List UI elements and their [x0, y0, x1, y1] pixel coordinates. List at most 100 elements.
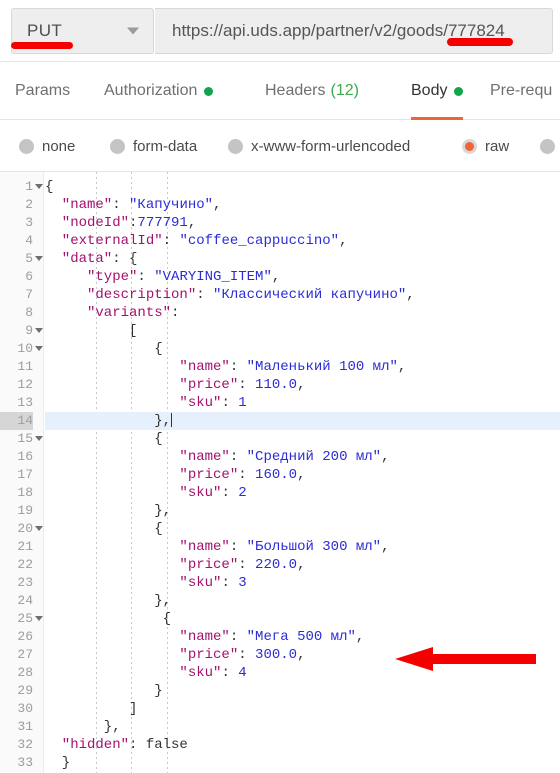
- code-line[interactable]: 19 },: [0, 502, 560, 520]
- body-status-dot-icon: [454, 86, 464, 96]
- line-content: "name": "Капучино",: [45, 197, 222, 213]
- line-number: 7: [25, 287, 33, 302]
- body-type-radio-group: none form-data x-www-form-urlencoded raw: [0, 120, 560, 172]
- http-method-label: PUT: [27, 21, 63, 40]
- code-line[interactable]: 17 "price": 160.0,: [0, 466, 560, 484]
- fold-caret-icon[interactable]: [35, 526, 43, 531]
- code-line[interactable]: 9 [: [0, 322, 560, 340]
- code-line[interactable]: 3 "nodeId":777791,: [0, 214, 560, 232]
- code-line[interactable]: 22 "price": 220.0,: [0, 556, 560, 574]
- line-number: 9: [25, 323, 33, 338]
- tab-pre-request-script[interactable]: Pre-requ: [490, 62, 552, 120]
- fold-caret-icon[interactable]: [35, 346, 43, 351]
- annotation-underline-goods-id: [447, 38, 513, 46]
- line-number: 24: [17, 593, 33, 608]
- code-line[interactable]: 18 "sku": 2: [0, 484, 560, 502]
- code-line[interactable]: 31 },: [0, 718, 560, 736]
- chevron-down-icon: [127, 27, 139, 35]
- line-number: 19: [17, 503, 33, 518]
- code-line[interactable]: 11 "name": "Маленький 100 мл",: [0, 358, 560, 376]
- code-line[interactable]: 13 "sku": 1: [0, 394, 560, 412]
- line-content: "type": "VARYING_ITEM",: [45, 269, 281, 285]
- request-url-input[interactable]: https://api.uds.app/partner/v2/goods/777…: [155, 8, 553, 54]
- code-line[interactable]: 8 "variants":: [0, 304, 560, 322]
- code-line[interactable]: 10 {: [0, 340, 560, 358]
- code-line[interactable]: 23 "sku": 3: [0, 574, 560, 592]
- line-number: 15: [17, 431, 33, 446]
- line-number: 1: [25, 179, 33, 194]
- line-number: 18: [17, 485, 33, 500]
- code-line[interactable]: 16 "name": "Средний 200 мл",: [0, 448, 560, 466]
- code-line[interactable]: 26 "name": "Мега 500 мл",: [0, 628, 560, 646]
- line-number: 30: [17, 701, 33, 716]
- line-content: [: [45, 323, 138, 339]
- code-line[interactable]: 1{: [0, 178, 560, 196]
- code-line[interactable]: 21 "name": "Большой 300 мл",: [0, 538, 560, 556]
- line-number: 4: [25, 233, 33, 248]
- code-line[interactable]: 2 "name": "Капучино",: [0, 196, 560, 214]
- line-number: 11: [17, 359, 33, 374]
- line-content: "price": 220.0,: [45, 557, 306, 573]
- body-type-none-label: none: [42, 137, 76, 155]
- code-line[interactable]: 32 "hidden": false: [0, 736, 560, 754]
- request-bar: PUT https://api.uds.app/partner/v2/goods…: [0, 0, 560, 62]
- body-type-form-data[interactable]: form-data: [110, 120, 197, 172]
- line-number: 31: [17, 719, 33, 734]
- code-line[interactable]: 30 ]: [0, 700, 560, 718]
- line-content: "name": "Средний 200 мл",: [45, 449, 390, 465]
- line-content: "name": "Мега 500 мл",: [45, 629, 365, 645]
- body-type-raw-label: raw: [485, 137, 510, 155]
- tab-params[interactable]: Params: [15, 62, 70, 120]
- line-content: "sku": 2: [45, 485, 247, 501]
- fold-caret-icon[interactable]: [35, 328, 43, 333]
- body-type-urlencoded[interactable]: x-www-form-urlencoded: [228, 120, 410, 172]
- code-line[interactable]: 14 },: [0, 412, 560, 430]
- tab-params-label: Params: [15, 82, 71, 99]
- code-line[interactable]: 24 },: [0, 592, 560, 610]
- code-line[interactable]: 6 "type": "VARYING_ITEM",: [0, 268, 560, 286]
- fold-caret-icon[interactable]: [35, 256, 43, 261]
- authorization-status-dot-icon: [204, 86, 214, 96]
- line-number: 29: [17, 683, 33, 698]
- line-content: {: [45, 521, 163, 537]
- tab-headers-label: Headers: [265, 82, 326, 99]
- fold-caret-icon[interactable]: [35, 184, 43, 189]
- line-number: 23: [17, 575, 33, 590]
- line-number: 21: [17, 539, 33, 554]
- fold-caret-icon[interactable]: [35, 436, 43, 441]
- tab-body[interactable]: Body: [411, 62, 464, 120]
- code-line[interactable]: 33 }: [0, 754, 560, 772]
- code-line[interactable]: 29 }: [0, 682, 560, 700]
- line-number: 27: [17, 647, 33, 662]
- code-line[interactable]: 7 "description": "Классический капучино"…: [0, 286, 560, 304]
- tab-body-label: Body: [411, 82, 448, 99]
- code-line[interactable]: 27 "price": 300.0,: [0, 646, 560, 664]
- line-number: 25: [17, 611, 33, 626]
- line-content: "price": 300.0,: [45, 647, 306, 663]
- code-line[interactable]: 12 "price": 110.0,: [0, 376, 560, 394]
- code-line[interactable]: 20 {: [0, 520, 560, 538]
- radio-form-data-icon: [110, 138, 125, 154]
- line-number: 3: [25, 215, 33, 230]
- line-content: {: [45, 431, 163, 447]
- tab-authorization[interactable]: Authorization: [104, 62, 214, 120]
- line-number: 8: [25, 305, 33, 320]
- line-number: 33: [17, 755, 33, 770]
- body-type-none[interactable]: none: [19, 120, 75, 172]
- fold-caret-icon[interactable]: [35, 616, 43, 621]
- code-line[interactable]: 25 {: [0, 610, 560, 628]
- line-number: 16: [17, 449, 33, 464]
- tab-headers[interactable]: Headers (12): [265, 62, 359, 120]
- code-line[interactable]: 5 "data": {: [0, 250, 560, 268]
- code-line[interactable]: 15 {: [0, 430, 560, 448]
- body-type-raw[interactable]: raw: [462, 120, 509, 172]
- line-number: 26: [17, 629, 33, 644]
- json-body-editor[interactable]: 1{2 "name": "Капучино", 3 "nodeId":777791…: [0, 172, 560, 773]
- line-content: },: [45, 412, 560, 430]
- radio-urlencoded-icon: [228, 138, 243, 154]
- code-line[interactable]: 4 "externalId": "coffee_cappuccino",: [0, 232, 560, 250]
- text-cursor: [171, 413, 173, 427]
- code-line[interactable]: 28 "sku": 4: [0, 664, 560, 682]
- line-content: {: [45, 611, 172, 627]
- body-type-binary[interactable]: [540, 120, 560, 172]
